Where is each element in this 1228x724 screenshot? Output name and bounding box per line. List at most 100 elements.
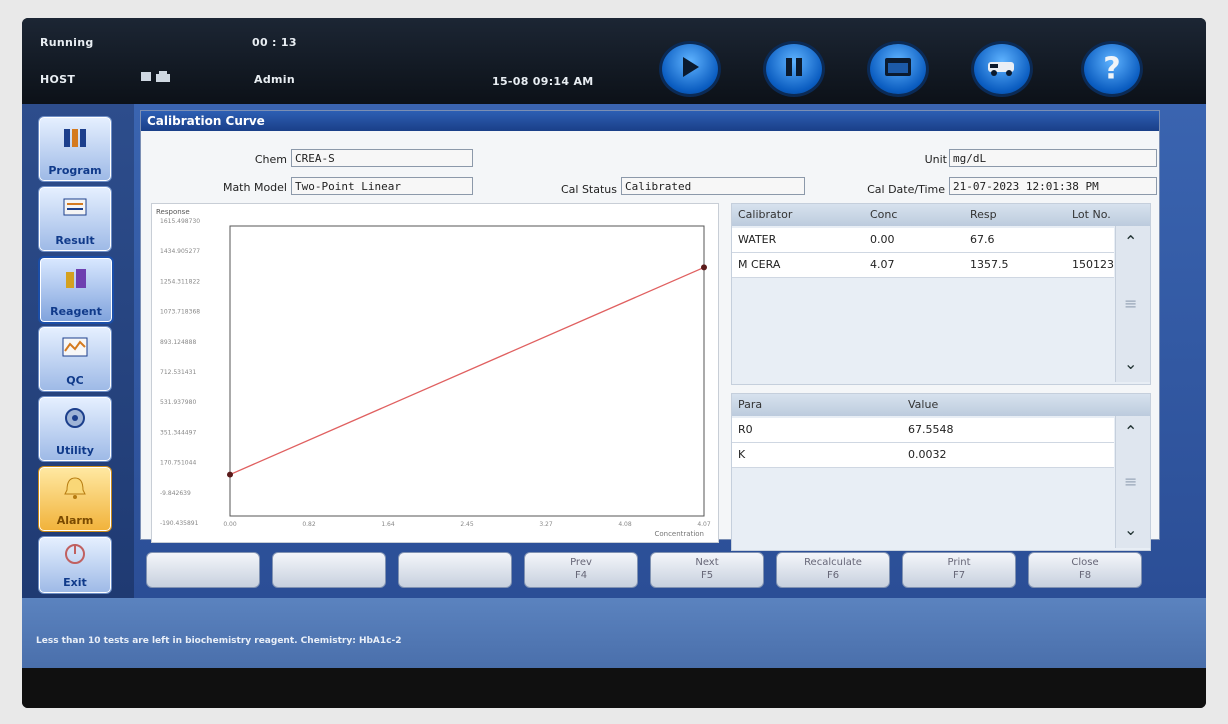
y-tick-label: -9.842639 [160,490,191,497]
x-tick-label: 1.64 [381,521,395,528]
run-timer: 00 : 13 [252,36,297,49]
close-button[interactable]: Close F8 [1028,552,1142,588]
help-button[interactable]: ? [1084,44,1140,94]
calibration-point [701,264,707,271]
recalculate-key: F6 [826,570,840,581]
nav-utility-label: Utility [56,444,94,457]
y-tick-label: 1434.905277 [160,248,200,255]
x-tick-label: 3.27 [539,521,553,528]
resp-cell: 67.6 [970,233,995,246]
play-icon [679,55,701,83]
result-icon [61,195,89,221]
value-header: Value [908,398,939,411]
scroll-up-icon[interactable]: ⌃ [1124,422,1137,441]
value-cell: 0.0032 [908,448,947,461]
next-button[interactable]: Next F5 [650,552,764,588]
resp-cell: 1357.5 [970,258,1009,271]
pause-button[interactable] [766,44,822,94]
cal-status-label: Cal Status [560,183,617,196]
qc-icon [61,335,89,361]
recalculate-button[interactable]: Recalculate F6 [776,552,890,588]
parameter-scrollbar[interactable]: ⌃ ≡ ⌄ [1115,416,1150,548]
nav-exit-label: Exit [63,576,87,589]
nav-result[interactable]: Result [38,186,112,252]
nav-reagent[interactable]: Reagent [38,256,114,324]
function-button-2[interactable] [272,552,386,588]
y-tick-label: 712.531431 [160,369,196,376]
nav-alarm[interactable]: Alarm [38,466,112,532]
panel-title: Calibration Curve [141,111,1159,131]
alarm-icon [61,475,89,501]
y-axis-label: Response [156,208,190,216]
status-message[interactable]: Less than 10 tests are left in biochemis… [36,636,402,646]
scroll-down-icon[interactable]: ⌄ [1124,354,1137,373]
print-key: F7 [952,570,966,581]
conc-cell: 0.00 [870,233,895,246]
lot-no-cell: 150123 [1072,258,1114,271]
next-key: F5 [700,570,714,581]
function-button-3[interactable] [398,552,512,588]
pause-icon [783,56,805,82]
calibrator-header: Calibrator [738,208,793,221]
start-button[interactable] [662,44,718,94]
resp-header: Resp [970,208,997,221]
value-cell: 67.5548 [908,423,954,436]
x-axis-label: Concentration [654,530,704,538]
left-navigation: Program Result Reagent QC Utility Alarm … [22,104,134,598]
calibrator-cell: M CERA [738,258,781,271]
next-label: Next [695,557,719,568]
scroll-down-icon[interactable]: ⌄ [1124,520,1137,539]
x-tick-label: 0.82 [302,521,316,528]
function-button-1[interactable] [146,552,260,588]
math-model-label: Math Model [222,181,287,194]
nav-program-label: Program [48,164,102,177]
y-tick-label: -190.435891 [160,520,199,527]
calibration-chart: Response Concentration 1615.498730 1434.905… [151,203,719,543]
nav-program[interactable]: Program [38,116,112,182]
conc-header: Conc [870,208,898,221]
y-tick-label: 1073.718368 [160,309,200,316]
table-row[interactable]: WATER 0.00 67.6 [732,228,1114,253]
math-model-field: Two-Point Linear [291,177,473,195]
table-row[interactable]: M CERA 4.07 1357.5 150123 [732,253,1114,278]
stop-button[interactable] [870,44,926,94]
emergency-button[interactable] [974,44,1030,94]
stop-icon [884,57,912,81]
close-key: F8 [1078,570,1092,581]
program-icon [61,125,89,151]
table-row[interactable]: K 0.0032 [732,443,1114,468]
parameter-table-header: Para Value [732,394,1150,416]
scroll-thumb-icon[interactable]: ≡ [1124,294,1137,313]
table-row[interactable]: R0 67.5548 [732,418,1114,443]
cal-datetime-label: Cal Date/Time [867,183,945,196]
nav-alarm-label: Alarm [56,514,94,527]
help-icon: ? [1103,51,1121,87]
exit-icon [61,541,89,567]
calibrator-table-header: Calibrator Conc Resp Lot No. [732,204,1150,226]
y-tick-label: 351.344497 [160,429,196,436]
analyzer-screen: Running 00 : 13 HOST Admin 15-08 09:14 A… [22,18,1206,708]
top-bar: Running 00 : 13 HOST Admin 15-08 09:14 A… [22,18,1206,104]
cal-status-field: Calibrated [621,177,805,195]
reagent-icon [62,266,90,292]
y-tick-label: 893.124888 [160,339,196,346]
unit-label: Unit [924,153,947,166]
calibrator-scrollbar[interactable]: ⌃ ≡ ⌄ [1115,226,1150,382]
scroll-up-icon[interactable]: ⌃ [1124,232,1137,251]
unit-field: mg/dL [949,149,1157,167]
host-label: HOST [40,73,76,86]
scroll-thumb-icon[interactable]: ≡ [1124,472,1137,491]
x-tick-label: 2.45 [460,521,474,528]
bezel-bottom [22,668,1206,708]
prev-key: F4 [574,570,588,581]
nav-utility[interactable]: Utility [38,396,112,462]
conc-cell: 4.07 [870,258,895,271]
print-button[interactable]: Print F7 [902,552,1016,588]
y-tick-label: 1615.498730 [160,218,200,225]
system-datetime: 15-08 09:14 AM [492,75,594,88]
nav-exit[interactable]: Exit [38,536,112,594]
x-tick-label: 4.07 [697,521,711,528]
nav-qc[interactable]: QC [38,326,112,392]
prev-button[interactable]: Prev F4 [524,552,638,588]
network-icon [140,70,176,87]
